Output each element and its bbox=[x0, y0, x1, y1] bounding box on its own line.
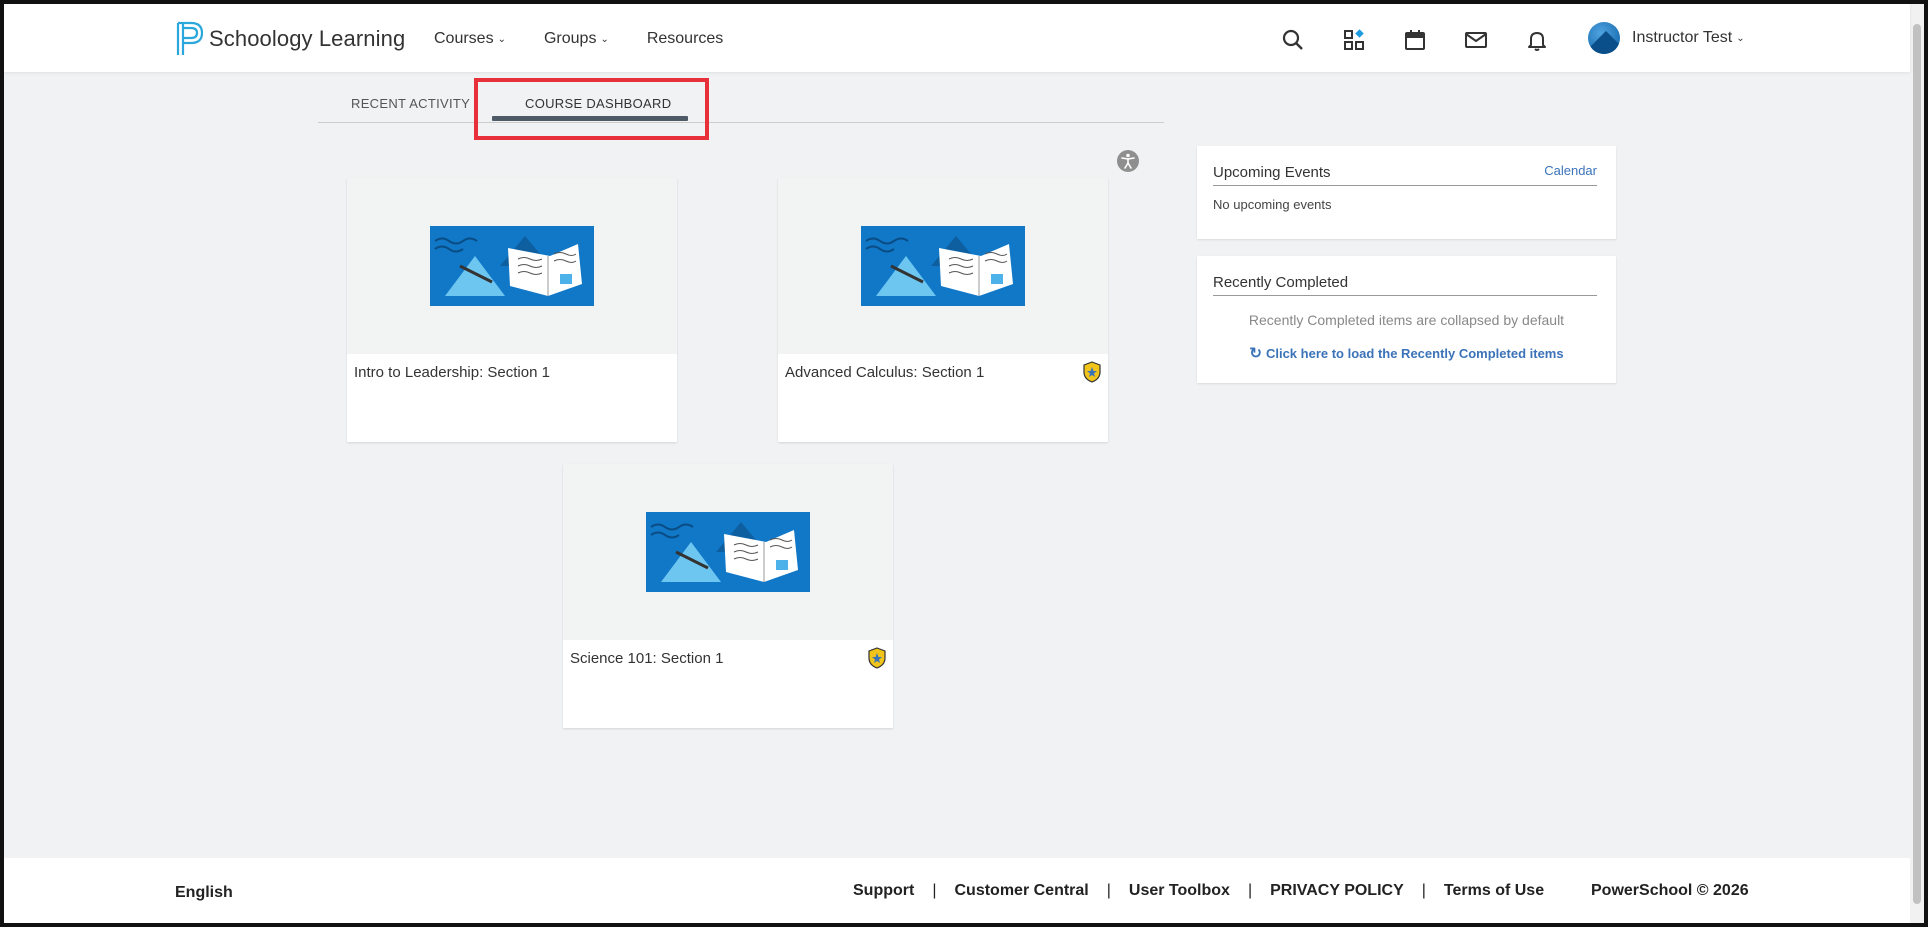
footer-link-terms[interactable]: Terms of Use bbox=[1444, 882, 1544, 900]
footer-links: Support | Customer Central | User Toolbo… bbox=[853, 882, 1544, 900]
verified-badge-icon bbox=[868, 647, 886, 669]
footer-link-support[interactable]: Support bbox=[853, 882, 914, 900]
separator: | bbox=[1106, 882, 1111, 899]
course-title: Advanced Calculus: Section 1 bbox=[785, 364, 985, 381]
load-recently-completed-link[interactable]: ↻ Click here to load the Recently Complet… bbox=[1197, 344, 1616, 362]
separator: | bbox=[1421, 882, 1426, 899]
scrollbar-thumb[interactable] bbox=[1913, 24, 1921, 904]
main-nav: Courses ⌄ Groups ⌄ Resources bbox=[434, 30, 761, 48]
verified-badge-icon bbox=[1083, 361, 1101, 383]
course-title: Science 101: Section 1 bbox=[570, 650, 724, 667]
nav-courses-label: Courses bbox=[434, 30, 494, 47]
upcoming-events-title: Upcoming Events bbox=[1213, 164, 1331, 181]
tab-recent-activity[interactable]: RECENT ACTIVITY bbox=[351, 96, 470, 111]
accessibility-icon[interactable] bbox=[1117, 150, 1139, 172]
recently-completed-header: Recently Completed bbox=[1213, 272, 1597, 296]
bell-icon[interactable] bbox=[1523, 26, 1551, 54]
collapsed-note: Recently Completed items are collapsed b… bbox=[1248, 312, 1565, 328]
schoology-logo-icon bbox=[176, 21, 204, 55]
language-selector[interactable]: English bbox=[175, 884, 233, 902]
course-card[interactable]: Science 101: Section 1 bbox=[563, 464, 893, 728]
nav-courses[interactable]: Courses ⌄ bbox=[434, 30, 506, 48]
recently-completed-panel: Recently Completed Recently Completed it… bbox=[1197, 256, 1616, 383]
no-events-text: No upcoming events bbox=[1213, 197, 1332, 212]
nav-resources-label: Resources bbox=[646, 30, 724, 47]
user-menu[interactable]: Instructor Test ⌄ bbox=[1588, 22, 1745, 54]
app-logo[interactable]: Schoology Learning bbox=[175, 21, 405, 57]
page-scrollbar[interactable] bbox=[1910, 4, 1924, 923]
course-image bbox=[646, 512, 810, 592]
footer-link-user-toolbox[interactable]: User Toolbox bbox=[1129, 882, 1230, 900]
course-image bbox=[861, 226, 1025, 306]
course-image bbox=[430, 226, 594, 306]
chevron-down-icon: ⌄ bbox=[600, 33, 609, 45]
separator: | bbox=[1247, 882, 1253, 899]
course-card[interactable]: Intro to Leadership: Section 1 bbox=[347, 178, 677, 442]
search-icon[interactable] bbox=[1279, 26, 1307, 54]
upcoming-events-header: Upcoming Events Calendar bbox=[1213, 162, 1597, 186]
user-name: Instructor Test bbox=[1632, 29, 1733, 46]
course-title: Intro to Leadership: Section 1 bbox=[354, 364, 550, 381]
calendar-link[interactable]: Calendar bbox=[1544, 163, 1597, 178]
recently-completed-title: Recently Completed bbox=[1213, 274, 1349, 291]
course-card-image-area bbox=[347, 178, 677, 354]
dashboard-tabs: RECENT ACTIVITY COURSE DASHBOARD bbox=[318, 72, 1164, 123]
logo-text: Schoology Learning bbox=[209, 26, 406, 51]
top-header: Schoology Learning Courses ⌄ Groups ⌄ Re… bbox=[4, 4, 1910, 72]
nav-resources[interactable]: Resources bbox=[647, 30, 723, 48]
refresh-icon: ↻ bbox=[1249, 345, 1262, 362]
nav-groups-label: Groups bbox=[543, 30, 597, 47]
chevron-down-icon: ⌄ bbox=[1736, 32, 1745, 44]
window-frame bbox=[0, 0, 1928, 927]
header-icons bbox=[1279, 26, 1584, 54]
tab-course-dashboard[interactable]: COURSE DASHBOARD bbox=[525, 96, 671, 111]
calendar-icon[interactable] bbox=[1401, 26, 1429, 54]
mail-icon[interactable] bbox=[1462, 26, 1490, 54]
course-card[interactable]: Advanced Calculus: Section 1 bbox=[778, 178, 1108, 442]
footer-link-privacy-policy[interactable]: PRIVACY POLICY bbox=[1270, 882, 1404, 900]
nav-groups[interactable]: Groups ⌄ bbox=[544, 30, 609, 48]
chevron-down-icon: ⌄ bbox=[497, 33, 506, 45]
footer-link-customer-central[interactable]: Customer Central bbox=[954, 882, 1088, 900]
copyright: PowerSchool © 2026 bbox=[1591, 882, 1749, 899]
course-card-image-area bbox=[563, 464, 893, 640]
active-tab-indicator bbox=[492, 116, 688, 121]
load-link-label: Click here to load the Recently Complete… bbox=[1265, 346, 1564, 361]
course-card-image-area bbox=[778, 178, 1108, 354]
apps-icon[interactable] bbox=[1340, 26, 1368, 54]
upcoming-events-panel: Upcoming Events Calendar No upcoming eve… bbox=[1197, 146, 1616, 239]
avatar bbox=[1588, 22, 1620, 54]
separator: | bbox=[932, 882, 937, 899]
page-footer: English Support | Customer Central | Use… bbox=[4, 858, 1910, 923]
